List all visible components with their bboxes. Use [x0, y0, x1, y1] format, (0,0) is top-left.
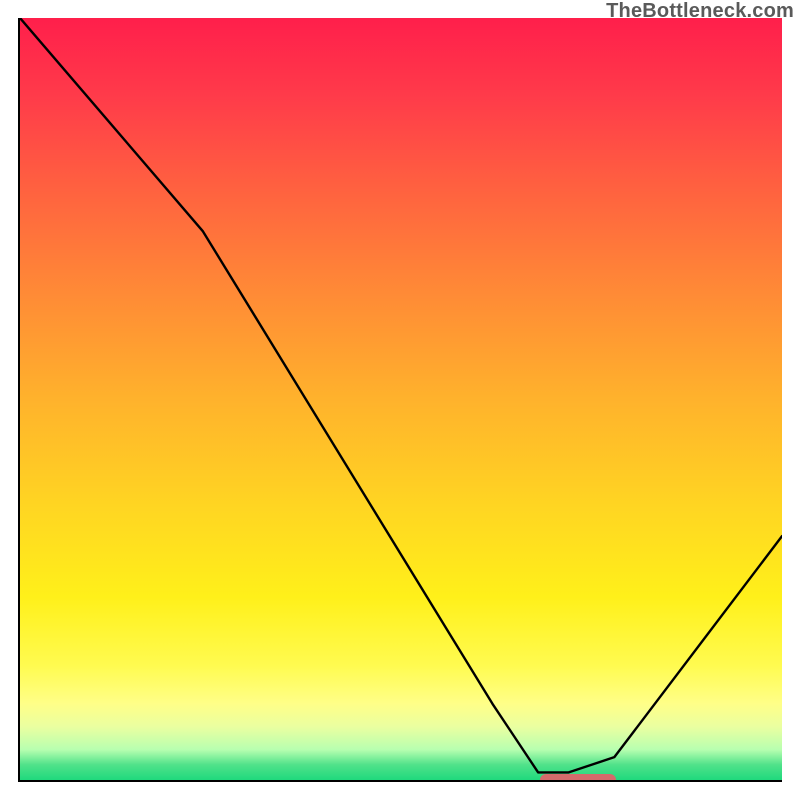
chart-frame: TheBottleneck.com — [0, 0, 800, 800]
plot-area — [18, 18, 782, 782]
optimal-range-marker — [540, 774, 616, 782]
bottleneck-curve — [20, 18, 782, 780]
